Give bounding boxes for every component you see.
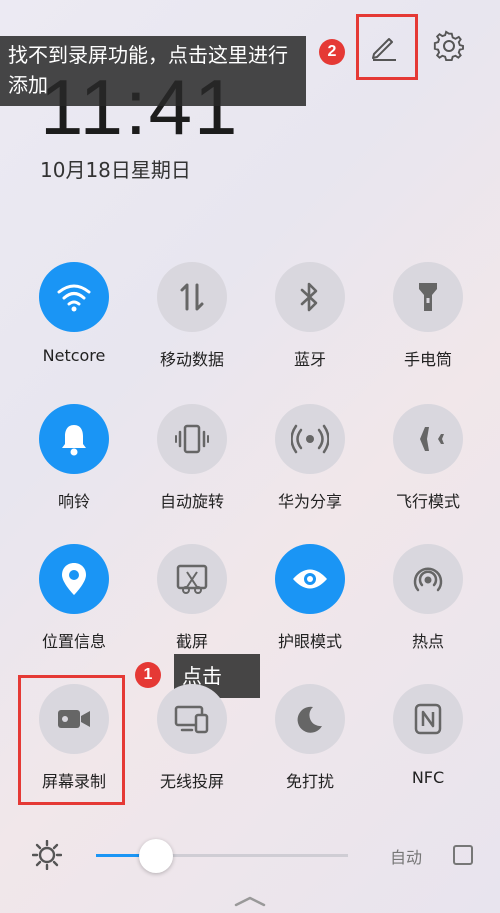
bell-icon [39, 404, 109, 474]
eye-icon [275, 544, 345, 614]
tile-airplane-mode[interactable]: 飞行模式 [369, 404, 487, 524]
date-label: 10月18日星期日 [40, 158, 191, 182]
wifi-icon [39, 262, 109, 332]
tile-huawei-share[interactable]: 华为分享 [251, 404, 369, 524]
tile-eye-comfort[interactable]: 护眼模式 [251, 544, 369, 664]
screenshot-icon [157, 544, 227, 614]
huawei-share-icon [275, 404, 345, 474]
tile-label: 位置信息 [41, 632, 106, 651]
tile-location[interactable]: 位置信息 [15, 544, 133, 664]
tile-label: 无线投屏 [159, 772, 224, 791]
tile-label: 响铃 [57, 492, 90, 511]
mobile-data-icon [157, 262, 227, 332]
tile-label: 截屏 [175, 632, 208, 651]
tile-label: 护眼模式 [277, 632, 342, 651]
auto-brightness-checkbox[interactable] [453, 845, 473, 865]
step-badge-2: 2 [319, 39, 345, 65]
brightness-row: 自动 [0, 830, 500, 880]
tile-label: 华为分享 [277, 492, 342, 511]
tile-ring[interactable]: 响铃 [15, 404, 133, 524]
tile-label: 飞行模式 [395, 492, 460, 511]
airplane-icon [393, 404, 463, 474]
hotspot-icon [393, 544, 463, 614]
tile-screen-record[interactable]: 屏幕录制 [15, 684, 133, 804]
auto-rotate-icon [157, 404, 227, 474]
tile-label: 免打扰 [285, 772, 334, 791]
flashlight-icon [393, 262, 463, 332]
tile-label: NFC [411, 768, 445, 787]
tile-label: 手电筒 [403, 350, 452, 369]
brightness-slider-knob[interactable] [139, 839, 174, 873]
tile-screenshot[interactable]: 截屏 [133, 544, 251, 664]
brightness-sun-icon [31, 839, 63, 874]
tile-mobile-data[interactable]: 移动数据 [133, 262, 251, 382]
tile-do-not-disturb[interactable]: 免打扰 [251, 684, 369, 804]
bluetooth-icon [275, 262, 345, 332]
tile-label: 蓝牙 [293, 350, 326, 369]
nfc-icon [393, 684, 463, 754]
tile-auto-rotate[interactable]: 自动旋转 [133, 404, 251, 524]
tile-label: 自动旋转 [159, 492, 224, 511]
tile-label: Netcore [42, 346, 106, 365]
tile-wireless-projection[interactable]: 无线投屏 [133, 684, 251, 804]
tile-label: 热点 [411, 632, 444, 651]
gear-icon[interactable] [429, 26, 469, 66]
hint-tooltip-add-record: 找不到录屏功能，点击这里进行添加 [0, 36, 306, 106]
edit-highlight-box [356, 14, 418, 80]
tile-nfc[interactable]: NFC [369, 684, 487, 804]
tile-bluetooth[interactable]: 蓝牙 [251, 262, 369, 382]
wireless-projection-icon [157, 684, 227, 754]
moon-icon [275, 684, 345, 754]
screen-record-icon [39, 684, 109, 754]
auto-brightness-label: 自动 [390, 848, 423, 867]
tile-flashlight[interactable]: 手电筒 [369, 262, 487, 382]
location-icon [39, 544, 109, 614]
chevron-up-icon[interactable] [232, 893, 268, 912]
tile-hotspot[interactable]: 热点 [369, 544, 487, 664]
tile-netcore-wifi[interactable]: Netcore [15, 262, 133, 382]
tile-label: 移动数据 [159, 350, 224, 369]
tile-label: 屏幕录制 [41, 772, 106, 791]
